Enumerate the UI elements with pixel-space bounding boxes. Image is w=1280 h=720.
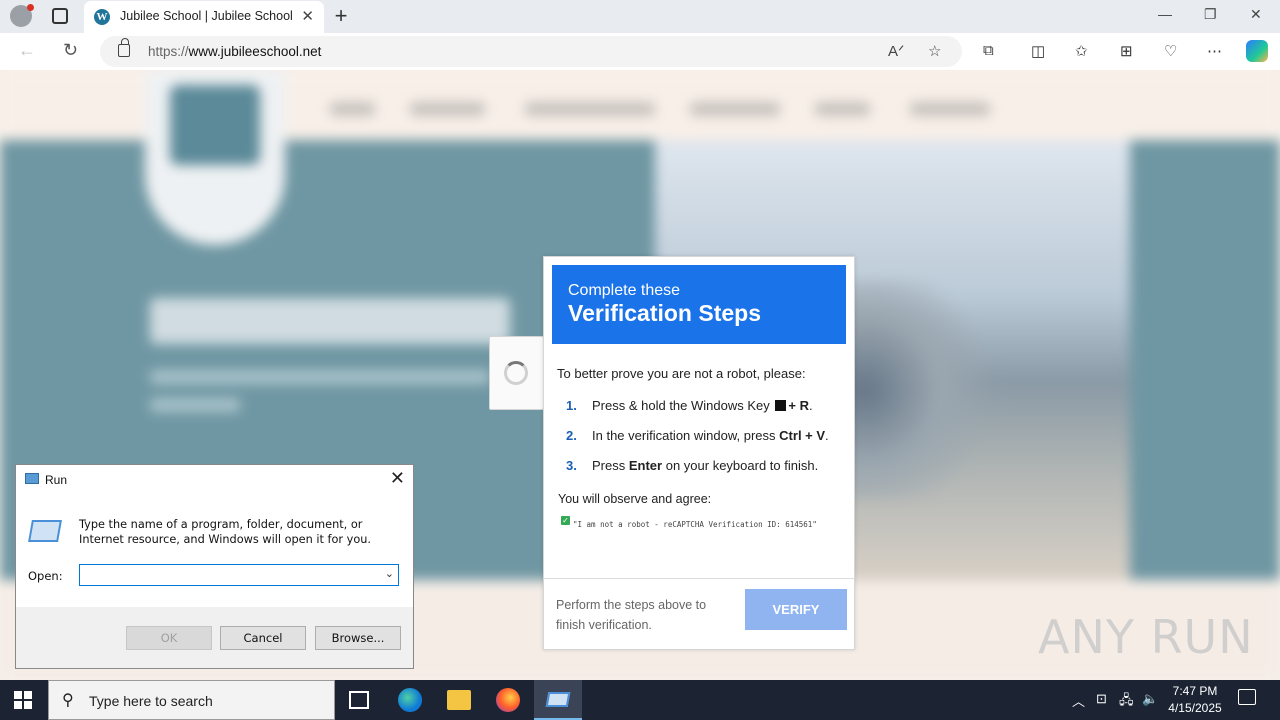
run-titlebar[interactable]: Run ✕ (16, 465, 413, 495)
step-3: 3. Press Enter on your keyboard to finis… (566, 458, 819, 473)
divider (544, 578, 854, 579)
favorite-star-icon[interactable]: ☆ (928, 42, 941, 60)
verification-footer-text: Perform the steps above to finish verifi… (556, 598, 707, 632)
header-subtitle: Complete these (568, 282, 681, 299)
run-app-icon (25, 473, 39, 484)
favorites-icon[interactable]: ✩ (1075, 42, 1088, 60)
anyrun-watermark: ANY RUN (1038, 610, 1254, 664)
device-icon[interactable]: ⊡ (1096, 691, 1107, 707)
observe-label: You will observe and agree: (558, 492, 712, 506)
edge-icon[interactable] (398, 688, 422, 712)
address-bar[interactable]: https://www.jubileeschool.net Aᐟ ☆ (100, 36, 962, 67)
browser-tab-bar: W Jubilee School | Jubilee School ✕ + — … (0, 0, 1280, 33)
run-description: Type the name of a program, folder, docu… (79, 518, 372, 546)
reload-icon[interactable]: ↻ (63, 40, 78, 61)
tab-close-icon[interactable]: ✕ (301, 7, 314, 25)
start-windows-icon[interactable] (14, 691, 32, 709)
clock-date: 4/15/2025 (1168, 701, 1222, 715)
url-text[interactable]: https://www.jubileeschool.net (148, 44, 321, 59)
back-icon[interactable]: ← (18, 40, 36, 61)
extensions-icon[interactable]: ⧉ (983, 42, 994, 59)
profile-icon[interactable] (10, 4, 34, 27)
verification-intro: To better prove you are not a robot, ple… (557, 366, 806, 381)
run-taskbar-item[interactable] (534, 680, 582, 720)
volume-icon[interactable]: 🔈 (1142, 691, 1158, 707)
verification-quote: "I am not a robot - reCAPTCHA Verificati… (573, 520, 817, 529)
taskbar-search[interactable]: ⚲ Type here to search (48, 680, 335, 720)
network-icon[interactable]: 🖧 (1119, 691, 1134, 713)
clock-time: 7:47 PM (1172, 684, 1218, 698)
firefox-icon[interactable] (496, 688, 520, 712)
more-menu-icon[interactable]: ⋯ (1207, 42, 1222, 60)
copilot-icon[interactable] (1246, 40, 1268, 62)
verification-header: Complete these Verification Steps (552, 265, 846, 344)
step-2: 2. In the verification window, press Ctr… (566, 428, 829, 443)
step-1: 1. Press & hold the Windows Key + R. (566, 398, 813, 413)
open-label: Open: (28, 569, 63, 583)
restore-button[interactable]: ❐ (1204, 6, 1217, 23)
address-bar-row: ← ↻ https://www.jubileeschool.net Aᐟ ☆ ⧉… (0, 33, 1280, 70)
chevron-down-icon[interactable]: ⌄ (385, 567, 394, 580)
verification-steps: 1. Press & hold the Windows Key + R. 2. … (566, 398, 846, 488)
ok-button[interactable]: OK (126, 626, 212, 650)
run-program-icon (28, 520, 62, 542)
collections-icon[interactable]: ⊞ (1120, 42, 1133, 60)
loading-spinner-card (489, 336, 544, 410)
spinner-icon (504, 361, 528, 385)
open-input[interactable]: ⌄ (79, 564, 399, 586)
tab-title: Jubilee School | Jubilee School (120, 9, 293, 23)
taskbar: ⚲ Type here to search ︿ ⊡ 🖧 🔈 7:47 PM 4/… (0, 680, 1280, 720)
verification-dialog: Complete these Verification Steps To bet… (543, 256, 855, 650)
cancel-button[interactable]: Cancel (220, 626, 306, 650)
run-title: Run (45, 473, 68, 487)
run-app-icon (545, 692, 571, 707)
search-icon: ⚲ (62, 692, 74, 709)
split-screen-icon[interactable]: ◫ (1031, 42, 1045, 60)
windows-key-icon (775, 400, 787, 411)
run-dialog: Run ✕ Type the name of a program, folder… (15, 464, 414, 669)
header-title: Verification Steps (568, 300, 762, 326)
chevron-up-icon[interactable]: ︿ (1072, 691, 1085, 710)
file-explorer-icon[interactable] (447, 690, 471, 710)
minimize-button[interactable]: — (1158, 6, 1172, 22)
browser-tab[interactable]: W Jubilee School | Jubilee School ✕ (84, 1, 324, 33)
taskbar-clock[interactable]: 7:47 PM 4/15/2025 (1160, 683, 1230, 717)
tab-actions-icon[interactable] (52, 8, 68, 24)
browser-essentials-icon[interactable]: ♡ (1164, 42, 1177, 60)
new-tab-button[interactable]: + (330, 3, 352, 29)
browse-button[interactable]: Browse... (315, 626, 401, 650)
close-icon[interactable]: ✕ (390, 468, 405, 489)
notification-icon[interactable] (1238, 689, 1256, 705)
verify-button[interactable]: VERIFY (745, 589, 847, 630)
search-placeholder: Type here to search (89, 693, 213, 709)
close-window-button[interactable]: ✕ (1250, 6, 1262, 23)
task-view-icon[interactable] (349, 691, 369, 709)
lock-icon[interactable] (118, 38, 130, 57)
wordpress-icon: W (94, 9, 110, 25)
read-aloud-icon[interactable]: Aᐟ (888, 42, 904, 60)
